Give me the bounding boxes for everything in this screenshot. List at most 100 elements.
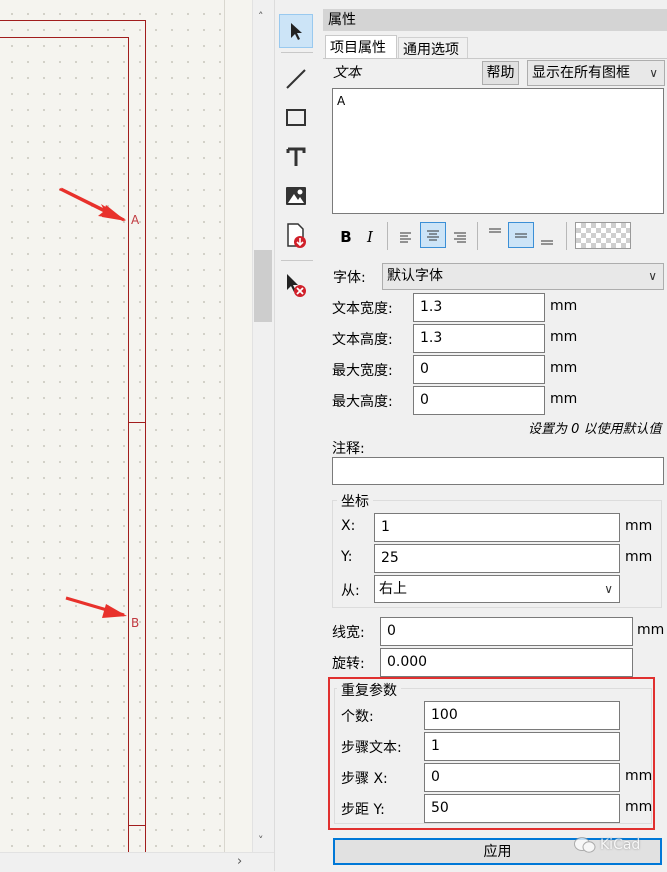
rotation-input[interactable]: 0.000 [380,648,633,677]
chevron-down-icon: ∨ [648,269,657,283]
zone-divider-2 [128,825,146,826]
toolbar-separator [281,52,313,53]
valign-top-button[interactable] [482,220,508,246]
line-width-unit: mm [637,622,665,638]
align-left-button[interactable] [393,224,419,250]
annotation-arrow-b [65,596,127,618]
visibility-select-value: 显示在所有图框 [532,65,630,81]
frame-outer-right [145,20,146,852]
format-separator [566,222,567,250]
frame-inner-top [0,37,129,38]
wechat-icon [574,837,596,853]
format-separator [477,222,478,250]
image-tool-button[interactable] [279,179,313,213]
zone-letter-a: A [131,213,140,227]
vertical-scroll-thumb[interactable] [254,250,272,322]
import-icon [287,223,306,248]
x-input[interactable]: 1 [374,513,620,542]
max-height-unit: mm [550,391,578,407]
y-input[interactable]: 25 [374,544,620,573]
frame-outer-top [0,20,146,21]
annotation-arrow-a [59,187,126,222]
delete-tool-button[interactable] [279,268,313,302]
valign-center-button[interactable] [508,222,534,248]
delete-cursor-icon [287,274,306,297]
rectangle-tool-button[interactable] [279,101,313,135]
format-separator [387,222,388,250]
text-width-label: 文本宽度: [332,301,393,317]
scroll-right-icon[interactable]: › [237,854,242,869]
text-height-label: 文本高度: [332,332,393,348]
canvas-margin [224,0,252,852]
align-left-icon [400,232,411,243]
text-height-unit: mm [550,329,578,345]
align-right-button[interactable] [447,224,473,250]
position-group-title: 坐标 [337,491,373,511]
text-width-unit: mm [550,298,578,314]
color-swatch[interactable] [575,222,631,249]
align-center-icon [427,230,439,241]
text-section-label: 文本 [333,65,361,81]
drawing-canvas[interactable]: A B [0,0,252,871]
scroll-down-icon[interactable]: ˅ [258,834,264,847]
text-icon [286,147,306,166]
font-select[interactable]: 默认字体 ∨ [382,263,664,290]
from-select-value: 右上 [379,581,407,597]
drawing-toolbar [274,0,320,871]
text-content-area[interactable]: A [332,88,664,214]
bold-button[interactable]: B [333,224,359,250]
import-tool-button[interactable] [279,218,313,252]
x-label: X: [341,518,356,534]
text-width-input[interactable]: 1.3 [413,293,545,322]
vertical-scrollbar[interactable]: ˄ ˅ [252,0,275,852]
line-width-label: 线宽: [332,625,365,641]
chevron-down-icon: ∨ [604,582,613,596]
panel-title: 属性 [323,9,667,31]
zone-letter-b: B [131,616,140,630]
x-unit: mm [625,518,653,534]
scroll-up-icon[interactable]: ˄ [258,10,264,23]
horizontal-scrollbar[interactable]: › [0,852,274,872]
image-icon [286,187,306,205]
zone-divider-1 [128,422,146,423]
visibility-select[interactable]: 显示在所有图框 ∨ [527,60,665,86]
y-label: Y: [341,549,353,565]
max-width-input[interactable]: 0 [413,355,545,384]
valign-top-icon [489,228,501,233]
text-height-input[interactable]: 1.3 [413,324,545,353]
chevron-down-icon: ∨ [649,66,658,80]
rectangle-icon [286,109,306,126]
max-width-unit: mm [550,360,578,376]
align-right-icon [454,232,466,243]
select-tool-button[interactable] [279,14,313,48]
from-label: 从: [341,583,360,599]
valign-bottom-button[interactable] [534,226,560,252]
comment-label: 注释: [332,441,365,457]
max-height-input[interactable]: 0 [413,386,545,415]
text-tool-button[interactable] [279,140,313,174]
cursor-arrow-icon [291,23,302,40]
y-unit: mm [625,549,653,565]
comment-input[interactable] [332,457,664,485]
watermark: KiCad [574,836,640,854]
frame-inner-right [128,37,129,852]
tab-item-properties[interactable]: 项目属性 [325,35,397,59]
highlight-annotation-box [328,677,655,830]
rotation-label: 旋转: [332,656,365,672]
italic-button[interactable]: I [357,224,383,250]
line-icon [286,69,306,89]
max-height-label: 最大高度: [332,394,393,410]
valign-bottom-icon [541,240,553,245]
watermark-text: KiCad [600,837,641,853]
align-center-button[interactable] [420,222,446,248]
font-select-value: 默认字体 [387,268,443,284]
line-tool-button[interactable] [279,62,313,96]
max-width-label: 最大宽度: [332,363,393,379]
line-width-input[interactable]: 0 [380,617,633,646]
valign-center-icon [515,233,527,238]
help-button[interactable]: 帮助 [482,61,519,85]
font-label: 字体: [333,270,366,286]
from-select[interactable]: 右上 ∨ [374,575,620,603]
text-content-value: A [337,94,346,108]
toolbar-separator [281,260,313,261]
